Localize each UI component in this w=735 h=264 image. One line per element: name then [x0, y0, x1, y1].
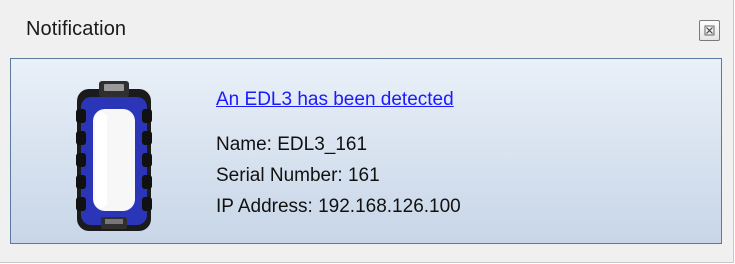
device-name-text: Name: EDL3_161 [216, 134, 368, 155]
edl3-device-icon [76, 81, 152, 231]
notification-panel: An EDL3 has been detected Name: EDL3_161… [10, 58, 722, 244]
close-button[interactable] [699, 20, 720, 41]
notification-window: Notification An EDL3 has been detected N… [0, 0, 734, 263]
close-icon [704, 25, 715, 36]
device-detected-link[interactable]: An EDL3 has been detected [216, 89, 454, 111]
ip-address-text: IP Address: 192.168.126.100 [216, 196, 461, 217]
serial-number-text: Serial Number: 161 [216, 165, 380, 186]
window-title: Notification [26, 18, 127, 40]
title-bar: Notification [0, 0, 733, 58]
